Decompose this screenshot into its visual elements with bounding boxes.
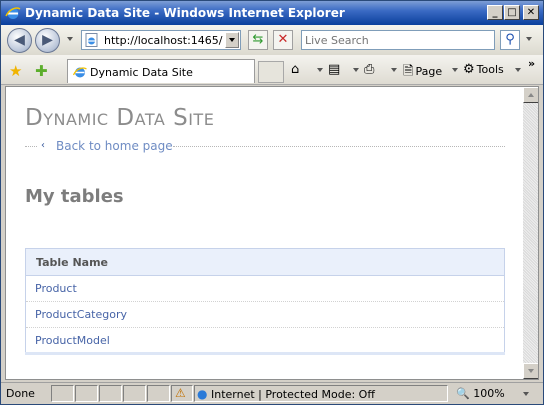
forward-button[interactable]: ▶ bbox=[35, 28, 60, 53]
home-dropdown[interactable] bbox=[317, 68, 323, 72]
gear-icon: ⚙ bbox=[463, 62, 475, 77]
page-menu[interactable]: 🗎 Page bbox=[403, 62, 442, 84]
table-name-column-header: Table Name bbox=[25, 248, 505, 276]
security-zone: ● Internet | Protected Mode: Off bbox=[197, 387, 375, 401]
forward-arrow-icon: ▶ bbox=[42, 32, 53, 48]
section-title: My tables bbox=[25, 186, 124, 207]
browser-window: Dynamic Data Site - Windows Internet Exp… bbox=[0, 0, 544, 405]
close-button[interactable]: ✕ bbox=[523, 5, 539, 20]
back-link-row: ‹ Back to home page bbox=[25, 139, 505, 155]
tools-menu[interactable]: ⚙ Tools bbox=[463, 62, 504, 77]
search-options-dropdown[interactable] bbox=[526, 37, 532, 41]
navigation-bar: ◀ ▶ http://localhost:1465/ ⇆ ✕ ⚲ bbox=[1, 25, 543, 55]
home-button[interactable]: ⌂ bbox=[291, 62, 301, 77]
status-panel bbox=[75, 385, 98, 402]
refresh-button[interactable]: ⇆ bbox=[248, 30, 268, 50]
toolbar-overflow-chevron[interactable]: » bbox=[528, 57, 535, 70]
zoom-icon: 🔍 bbox=[456, 387, 470, 400]
table-link-product[interactable]: Product bbox=[35, 282, 77, 295]
dotted-divider-right bbox=[173, 146, 505, 147]
globe-icon: ● bbox=[197, 387, 208, 401]
stop-icon: ✕ bbox=[277, 32, 289, 47]
table-row: Product bbox=[25, 275, 505, 302]
vertical-scrollbar[interactable] bbox=[523, 87, 538, 379]
tab-label: Dynamic Data Site bbox=[90, 66, 193, 79]
table-cell: ProductModel bbox=[25, 327, 505, 355]
maximize-button[interactable]: □ bbox=[504, 5, 520, 20]
status-panel bbox=[123, 385, 146, 402]
zoom-level: 100% bbox=[473, 387, 505, 400]
ie-page-icon bbox=[85, 33, 98, 47]
table-cell: ProductCategory bbox=[25, 301, 505, 328]
command-bar: ★ ✚ Dynamic Data Site ⌂ ▤ ⎙ 🗎 Page ⚙ Too… bbox=[1, 55, 543, 85]
zoom-control[interactable]: 🔍 100% bbox=[456, 387, 505, 400]
address-text[interactable]: http://localhost:1465/ bbox=[104, 34, 222, 47]
site-title: Dynamic Data Site bbox=[25, 105, 215, 131]
minimize-button[interactable]: _ bbox=[487, 5, 503, 20]
print-button[interactable]: ⎙ bbox=[364, 62, 376, 77]
security-zone-text: Internet | Protected Mode: Off bbox=[210, 388, 375, 401]
back-button[interactable]: ◀ bbox=[7, 28, 32, 53]
rss-feed-icon: ▤ bbox=[328, 62, 341, 77]
printer-icon: ⎙ bbox=[364, 62, 375, 77]
search-input[interactable] bbox=[302, 31, 490, 49]
back-to-home-link[interactable]: Back to home page bbox=[56, 139, 173, 153]
favorites-star-icon[interactable]: ★ bbox=[9, 62, 22, 80]
page-viewport: Dynamic Data Site ‹ Back to home page My… bbox=[5, 86, 539, 380]
table-link-productmodel[interactable]: ProductModel bbox=[35, 334, 110, 347]
table-header-row: Table Name bbox=[25, 248, 505, 276]
feeds-button[interactable]: ▤ bbox=[328, 62, 342, 77]
table-row: ProductCategory bbox=[25, 301, 505, 328]
table-link-productcategory[interactable]: ProductCategory bbox=[35, 308, 127, 321]
ie-page-icon bbox=[73, 67, 87, 78]
add-favorites-icon[interactable]: ✚ bbox=[35, 62, 48, 80]
dotted-divider-left bbox=[25, 146, 37, 147]
tools-dropdown[interactable] bbox=[515, 68, 521, 72]
tables-grid: Table Name Product ProductCategory Produ… bbox=[25, 248, 505, 355]
search-icon: ⚲ bbox=[505, 32, 515, 47]
page-content: Dynamic Data Site ‹ Back to home page My… bbox=[6, 87, 523, 379]
protected-mode-panel[interactable]: ⚠ bbox=[171, 385, 193, 402]
status-bar: Done ⚠ ● Internet | Protected Mode: Off … bbox=[1, 382, 543, 404]
status-panel bbox=[99, 385, 122, 402]
page-menu-label: Page bbox=[415, 65, 443, 78]
security-warning-icon: ⚠ bbox=[175, 386, 186, 400]
print-dropdown[interactable] bbox=[391, 68, 397, 72]
page-icon: 🗎 bbox=[403, 64, 414, 79]
status-text: Done bbox=[6, 387, 35, 400]
refresh-icon: ⇆ bbox=[252, 32, 264, 47]
table-row: ProductModel bbox=[25, 327, 505, 355]
zoom-dropdown[interactable] bbox=[523, 392, 529, 396]
page-dropdown[interactable] bbox=[452, 68, 458, 72]
title-bar: Dynamic Data Site - Windows Internet Exp… bbox=[1, 1, 543, 25]
tab-dynamic-data-site[interactable]: Dynamic Data Site bbox=[67, 59, 255, 83]
ie-logo-icon bbox=[5, 7, 21, 19]
stop-button[interactable]: ✕ bbox=[273, 30, 293, 50]
back-chevron-icon: ‹ bbox=[41, 140, 45, 151]
tools-menu-label: Tools bbox=[476, 63, 504, 76]
search-button[interactable]: ⚲ bbox=[500, 30, 520, 50]
table-cell: Product bbox=[25, 275, 505, 302]
search-box[interactable] bbox=[301, 30, 495, 50]
scroll-down-button[interactable] bbox=[523, 363, 538, 379]
window-title: Dynamic Data Site - Windows Internet Exp… bbox=[25, 6, 345, 20]
status-panel bbox=[51, 385, 74, 402]
address-bar[interactable]: http://localhost:1465/ bbox=[81, 30, 241, 50]
feeds-dropdown[interactable] bbox=[353, 68, 359, 72]
recent-pages-dropdown[interactable] bbox=[67, 37, 73, 41]
back-arrow-icon: ◀ bbox=[14, 32, 25, 48]
address-dropdown-button[interactable] bbox=[225, 32, 239, 48]
status-panel bbox=[147, 385, 170, 402]
new-tab-button[interactable] bbox=[258, 61, 284, 83]
scroll-up-button[interactable] bbox=[523, 87, 538, 103]
home-icon: ⌂ bbox=[291, 62, 300, 77]
